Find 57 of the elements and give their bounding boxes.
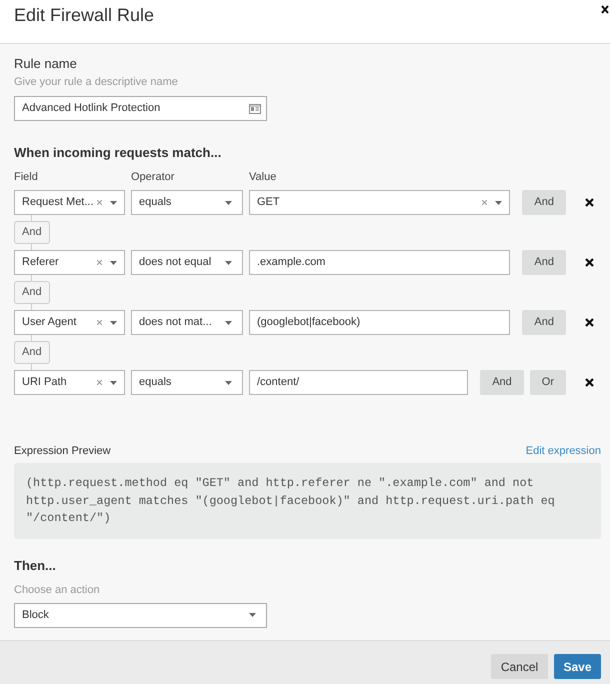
value-select[interactable]: GET [249, 190, 510, 215]
caret-icon [225, 260, 232, 264]
save-button[interactable]: Save [554, 654, 601, 679]
column-header: Operator [131, 170, 174, 184]
caret-icon [110, 260, 117, 264]
dialog-title: Edit Firewall Rule [14, 4, 154, 26]
expression-preview-label: Expression Preview [14, 444, 111, 458]
value-input[interactable]: (googlebot|facebook) [249, 310, 510, 335]
field-select[interactable]: URI Path [14, 370, 125, 395]
caret-icon [110, 380, 117, 384]
field-select[interactable]: Request Met... [14, 190, 125, 215]
connector-button[interactable]: And [14, 221, 50, 244]
clear-icon[interactable] [97, 380, 102, 385]
field-select[interactable]: User Agent [14, 310, 125, 335]
action-select[interactable]: Block [14, 602, 267, 628]
close-icon[interactable] [601, 5, 609, 14]
edit-expression-link[interactable]: Edit expression [526, 444, 601, 458]
caret-icon [249, 613, 256, 617]
cross-icon[interactable] [585, 378, 594, 387]
field-select[interactable]: Referer [14, 250, 125, 275]
operator-select[interactable]: equals [131, 190, 243, 215]
cross-icon[interactable] [585, 318, 594, 327]
logic-button[interactable]: And [522, 250, 566, 275]
action-heading: Then... [14, 558, 56, 574]
rule-name-input[interactable]: Advanced Hotlink Protection [14, 96, 267, 121]
clear-icon[interactable] [97, 200, 102, 205]
clear-icon[interactable] [97, 320, 102, 325]
clear-icon[interactable] [97, 260, 102, 265]
cross-icon[interactable] [585, 198, 594, 207]
value-input[interactable]: .example.com [249, 250, 510, 275]
logic-button[interactable]: And [480, 370, 524, 395]
action-label: Choose an action [14, 582, 100, 596]
expression-code: (http.request.method eq "GET" and http.referer ne ".example.com" and not http.user_agent matches "(googlebot|facebook)" and http.request.uri.path eq "/content/") [14, 463, 601, 538]
value-input[interactable]: /content/ [249, 370, 468, 395]
caret-icon [225, 320, 232, 324]
caret-icon [225, 200, 232, 204]
logic-button[interactable]: And [522, 310, 566, 335]
operator-select[interactable]: equals [131, 370, 243, 395]
connector-button[interactable]: And [14, 341, 50, 364]
column-header: Value [249, 170, 276, 184]
logic-button[interactable]: Or [530, 370, 566, 395]
operator-select[interactable]: does not equal [131, 250, 243, 275]
caret-icon [110, 320, 117, 324]
rule-name-hint: Give your rule a descriptive name [14, 75, 178, 89]
column-header: Field [14, 170, 38, 184]
caret-icon [110, 200, 117, 204]
caret-icon [225, 380, 232, 384]
logic-button[interactable]: And [522, 190, 566, 215]
caret-icon [495, 200, 502, 204]
connector-button[interactable]: And [14, 281, 50, 304]
rule-name-label: Rule name [14, 56, 77, 72]
cancel-button[interactable]: Cancel [491, 654, 548, 679]
conditions-heading: When incoming requests match... [14, 145, 222, 161]
card-icon [249, 104, 261, 114]
operator-select[interactable]: does not mat... [131, 310, 243, 335]
clear-icon[interactable] [482, 200, 488, 205]
cross-icon[interactable] [585, 258, 594, 267]
